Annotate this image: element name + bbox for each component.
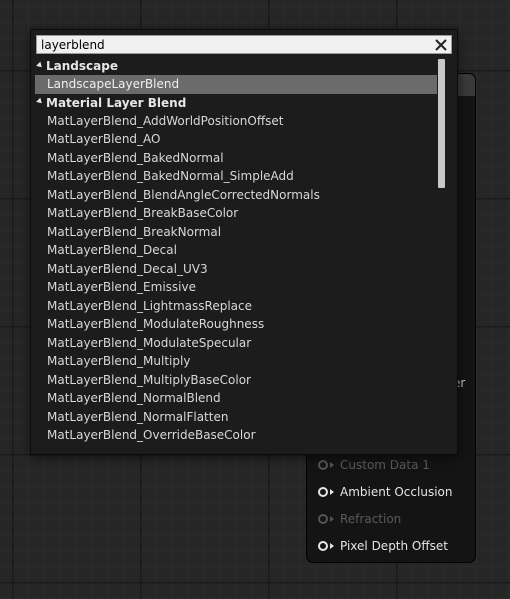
pin-arrow-icon [330,462,334,468]
pin-arrow-icon [330,516,334,522]
category-material-layer-blend[interactable]: Material Layer Blend [35,94,437,112]
category-label: Landscape [46,59,118,73]
pin-label: Custom Data 1 [340,458,430,472]
pin-arrow-icon [330,489,334,495]
list-item[interactable]: MatLayerBlend_BlendAngleCorrectedNormals [35,186,437,205]
close-icon[interactable] [431,36,451,53]
pin-label: Refraction [340,512,402,526]
pin-circle-icon[interactable] [318,541,328,551]
collapse-triangle-icon[interactable] [36,97,44,106]
list-item[interactable]: MatLayerBlend_BakedNormal [35,149,437,168]
list-item[interactable]: MatLayerBlend_AO [35,130,437,149]
pin-label: Pixel Depth Offset [340,539,448,553]
list-item[interactable]: MatLayerBlend_ModulateSpecular [35,334,437,353]
pin-pixel-depth-offset[interactable]: Pixel Depth Offset [318,537,448,555]
list-item[interactable]: MatLayerBlend_BakedNormal_SimpleAdd [35,167,437,186]
pin-custom-data-1: Custom Data 1 [318,456,430,474]
scrollbar[interactable] [437,59,447,451]
list-item[interactable]: MatLayerBlend_Multiply [35,352,437,371]
pin-circle-icon[interactable] [318,487,328,497]
action-search-menu: Landscape LandscapeLayerBlend Material L… [30,29,458,455]
list-item[interactable]: MatLayerBlend_Emissive [35,278,437,297]
pin-refraction: Refraction [318,510,401,528]
pin-arrow-icon [330,543,334,549]
scrollbar-thumb[interactable] [438,59,445,188]
search-input[interactable] [37,36,431,53]
list-item[interactable]: MatLayerBlend_NormalFlatten [35,408,437,427]
pin-label: Ambient Occlusion [340,485,453,499]
list-item[interactable]: MatLayerBlend_LightmassReplace [35,297,437,316]
list-item[interactable]: MatLayerBlend_MultiplyBaseColor [35,371,437,390]
list-item[interactable]: MatLayerBlend_BreakNormal [35,223,437,242]
category-landscape[interactable]: Landscape [35,57,437,75]
list-item[interactable]: LandscapeLayerBlend [35,75,437,94]
action-list: Landscape LandscapeLayerBlend Material L… [35,57,437,451]
list-item[interactable]: MatLayerBlend_Decal [35,241,437,260]
list-item[interactable]: MatLayerBlend_BreakBaseColor [35,204,437,223]
list-item[interactable]: MatLayerBlend_Decal_UV3 [35,260,437,279]
list-item[interactable]: MatLayerBlend_OverrideBaseColor [35,426,437,445]
collapse-triangle-icon[interactable] [36,61,44,69]
pin-circle-icon [318,514,328,524]
list-item[interactable]: MatLayerBlend_AddWorldPositionOffset [35,112,437,131]
list-item[interactable]: MatLayerBlend_NormalBlend [35,389,437,408]
pin-circle-icon [318,460,328,470]
pin-ambient-occlusion[interactable]: Ambient Occlusion [318,483,452,501]
category-label: Material Layer Blend [46,95,187,110]
list-item[interactable]: MatLayerBlend_ModulateRoughness [35,315,437,334]
search-box [36,35,452,54]
